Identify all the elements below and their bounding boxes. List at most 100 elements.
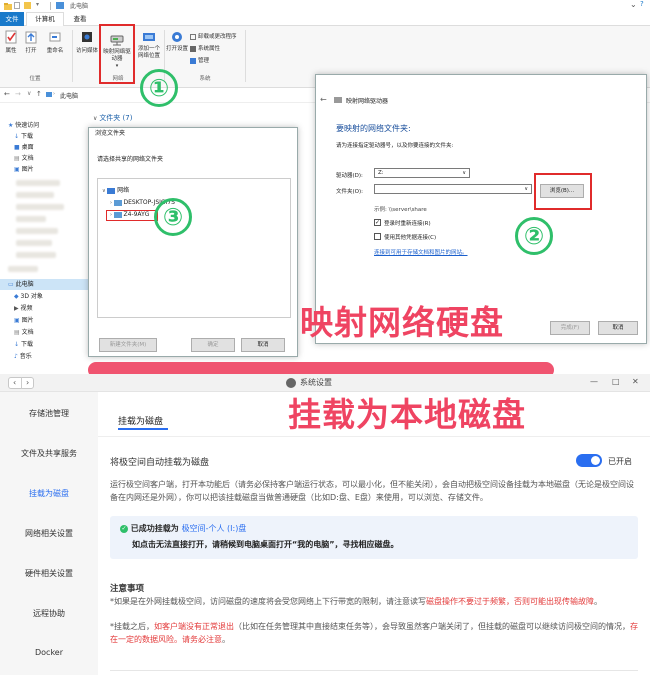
chevron-left-icon[interactable]: ‹ <box>13 378 16 388</box>
sidebar-item-hardware[interactable]: 硬件相关设置 <box>0 568 98 579</box>
mount-description: 运行极空间客户端，打开本功能后（请务必保持客户端运行状态，可以最小化，但不能关闭… <box>110 480 634 502</box>
add-location-label: 添加一个网络位置 <box>137 46 160 59</box>
nav-desktop[interactable]: ■ 桌面 <box>14 142 34 153</box>
back-arrow-icon[interactable]: ← <box>320 95 327 104</box>
ribbon-separator <box>245 30 246 82</box>
success-box: ✓ 已成功挂载为 极空间-个人 (I:)盘 如点击无法直接打开，请稍候到电脑桌面… <box>110 516 638 559</box>
cancel-button[interactable]: 取消 <box>598 321 638 335</box>
open-settings-label: 打开设置 <box>166 46 189 52</box>
nav-label: 3D 对象 <box>20 293 43 300</box>
divider <box>110 670 638 671</box>
auto-mount-label: 将极空间自动挂载为磁盘 <box>110 458 210 468</box>
drive-select[interactable]: Z: ∨ <box>374 168 470 178</box>
program-icon <box>190 33 196 40</box>
help-icon[interactable]: ? <box>640 0 644 8</box>
add-network-location-button[interactable]: 添加一个网络位置 <box>136 30 162 60</box>
network-drive-icon <box>334 97 342 103</box>
sidebar-item-remote-assist[interactable]: 远程协助 <box>0 608 98 619</box>
folders-header[interactable]: ∨ 文件夹 (7) <box>93 113 132 123</box>
ok-button[interactable]: 确定 <box>191 338 235 352</box>
rename-button[interactable]: 重命名 <box>42 30 68 54</box>
blurred-item <box>16 204 64 210</box>
network-icon <box>107 187 116 194</box>
nav-label: 视频 <box>20 305 33 312</box>
tab-mount-disk[interactable]: 挂载为磁盘 <box>118 414 163 427</box>
note-2-warning: 如客户端没有正常退出 <box>154 622 234 631</box>
storage-site-link[interactable]: 连接到可用于存储文档和图片的网站。 <box>374 248 468 256</box>
browse-prompt: 请选择共享的网络文件夹 <box>97 156 164 163</box>
tree-label: 网络 <box>117 187 130 194</box>
new-folder-button[interactable]: 新建文件夹(M) <box>99 338 157 352</box>
checkbox-icon[interactable] <box>14 2 20 9</box>
divider <box>50 2 51 10</box>
computer-icon: ▭ <box>8 281 16 288</box>
tree-item-z4[interactable]: › Z4-9AYG <box>106 210 158 221</box>
browse-button[interactable]: 浏览(B)... <box>540 184 584 198</box>
open-settings-button[interactable]: 打开设置 <box>166 30 188 53</box>
picture-icon: ▣ <box>14 317 22 324</box>
tab-view[interactable]: 查看 <box>66 12 94 26</box>
folder-input[interactable]: ∨ <box>374 184 532 194</box>
open-button[interactable]: 打开 <box>22 30 40 54</box>
computer-icon <box>113 199 122 206</box>
up-arrow-icon[interactable]: ↑ <box>36 90 42 98</box>
settings-title: 系统设置 <box>300 378 332 387</box>
expand-icon[interactable]: ⌄ <box>630 0 637 9</box>
new-folder-icon[interactable] <box>24 2 31 9</box>
back-arrow-icon[interactable]: ← <box>4 90 10 98</box>
success-line: ✓ 已成功挂载为 极空间-个人 (I:)盘 <box>120 523 246 534</box>
finish-button[interactable]: 完成(F) <box>550 321 590 335</box>
sidebar-item-network[interactable]: 网络相关设置 <box>0 528 98 539</box>
settings-content: 挂载为磁盘 挂载为本地磁盘 将极空间自动挂载为磁盘 已开启 运行极空间客户端，打… <box>98 392 650 675</box>
chevron-down-icon: ∨ <box>524 186 528 192</box>
note-2-text-b: （比如在任务管理其中直接结束任务等），会导致虽然客户端关闭了，但挂载的磁盘可以继… <box>234 622 630 631</box>
sidebar-item-file-sharing[interactable]: 文件及共享服务 <box>0 448 98 459</box>
nav-this-pc[interactable]: ▭ 此电脑 <box>0 279 88 290</box>
sidebar-item-mount-disk[interactable]: 挂载为磁盘 <box>0 488 98 499</box>
nav-music[interactable]: ♪ 音乐 <box>14 351 32 362</box>
map-subheading: 请为连接指定驱动器号，以及你要连接的文件夹: <box>336 143 454 149</box>
manage-button[interactable]: 管理 <box>190 56 209 64</box>
close-icon[interactable]: ✕ <box>632 377 639 386</box>
chevron-down-icon[interactable]: ▾ <box>36 1 39 8</box>
nav-pictures[interactable]: ▣ 图片 <box>14 164 34 175</box>
system-properties-button[interactable]: 系统属性 <box>190 44 220 52</box>
forward-arrow-icon[interactable]: → <box>15 90 21 98</box>
mounted-drive-link[interactable]: 极空间-个人 (I:)盘 <box>182 524 247 533</box>
maximize-icon[interactable]: □ <box>612 377 620 386</box>
nav-3d-objects[interactable]: ◆ 3D 对象 <box>14 291 43 302</box>
nav-quick-access[interactable]: ★ 快速访问 <box>8 120 39 131</box>
note-1: *如果是在外网挂载极空间，访问磁盘的速度将会受您网络上下行带宽的限制，请注意读写… <box>110 596 642 609</box>
minimize-icon[interactable]: — <box>590 377 598 386</box>
nav-downloads-2[interactable]: ↓ 下载 <box>14 339 33 350</box>
access-media-button[interactable]: 访问媒体 <box>74 30 100 54</box>
tree-root-network[interactable]: ∨ 网络 <box>102 185 129 194</box>
success-hint: 如点击无法直接打开，请稍候到电脑桌面打开“我的电脑”，寻找相应磁盘。 <box>132 540 399 549</box>
note-1-warning: 磁盘操作不要过于频繁，否则可能出现传输故障 <box>426 597 594 606</box>
tab-computer[interactable]: 计算机 <box>26 12 64 26</box>
chevron-down-icon[interactable]: ∨ <box>27 90 31 97</box>
nav-pictures-2[interactable]: ▣ 图片 <box>14 315 34 326</box>
auto-mount-toggle[interactable] <box>576 454 602 467</box>
step-marker-2: ② <box>515 217 553 255</box>
nav-documents-2[interactable]: ▤ 文档 <box>14 327 34 338</box>
other-creds-checkbox[interactable] <box>374 233 381 240</box>
sidebar-item-docker[interactable]: Docker <box>0 648 98 657</box>
nav-label: 图片 <box>21 317 34 324</box>
uninstall-button[interactable]: 卸载或更改程序 <box>190 32 237 40</box>
nav-documents[interactable]: ▤ 文档 <box>14 153 34 164</box>
banner-mount-local: 挂载为本地磁盘 <box>288 395 526 434</box>
nav-downloads[interactable]: ↓ 下载 <box>14 131 33 142</box>
nav-label: 文档 <box>21 155 34 162</box>
computer-icon <box>113 211 122 218</box>
chevron-down-icon: ∨ <box>462 170 466 176</box>
cancel-button[interactable]: 取消 <box>241 338 285 352</box>
folder-tree[interactable]: ∨ 网络 › DESKTOP-JSJGI7S › Z4-9AYG <box>97 178 291 318</box>
properties-button[interactable]: 属性 <box>2 30 20 54</box>
reconnect-checkbox[interactable]: ✓ <box>374 219 381 226</box>
nav-videos[interactable]: ▶ 视频 <box>14 303 33 314</box>
tab-file[interactable]: 文件 <box>0 12 24 26</box>
sidebar-item-storage-pool[interactable]: 存储池管理 <box>0 408 98 419</box>
nav-label: 桌面 <box>21 144 34 151</box>
chevron-right-icon[interactable]: › <box>26 378 29 388</box>
